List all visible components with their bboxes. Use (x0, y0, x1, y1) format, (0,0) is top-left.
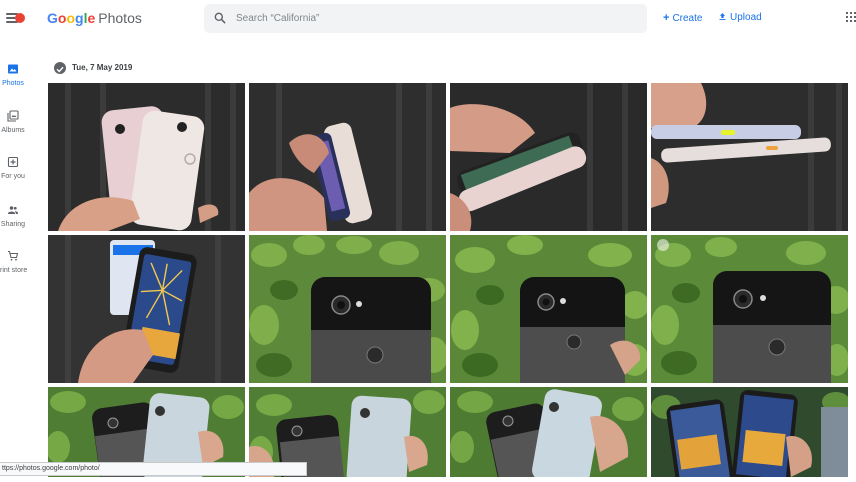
check-icon (56, 66, 64, 73)
upload-button[interactable]: Upload (718, 12, 762, 23)
cart-icon (8, 250, 19, 261)
photo-thumbnail[interactable] (651, 235, 848, 383)
search-icon[interactable] (213, 11, 227, 25)
sidebar-item-label: Photos (2, 80, 24, 87)
create-button[interactable]: + Create (663, 12, 702, 24)
sidebar-item-label: rint store (0, 267, 28, 274)
create-label: Create (672, 13, 703, 24)
sidebar-item-label: For you (1, 173, 25, 180)
link-status-bar: ttps://photos.google.com/photo/ (0, 462, 307, 476)
search-bar[interactable] (204, 4, 647, 33)
photo-thumbnail[interactable] (48, 235, 245, 383)
top-bar: GooglePhotos +Create Upload (0, 0, 856, 36)
main-menu-button[interactable] (4, 8, 25, 26)
logo-google-word: Google (47, 10, 96, 26)
photo-thumbnail[interactable] (48, 83, 245, 231)
photo-icon (8, 64, 18, 74)
photo-thumbnail[interactable] (249, 235, 446, 383)
date-group-label: Tue, 7 May 2019 (72, 63, 133, 72)
plus-icon: + (663, 12, 670, 24)
select-date-checkbox[interactable] (54, 62, 66, 74)
logo-photos-word: Photos (98, 10, 142, 26)
sidebar-item-label: Sharing (0, 221, 26, 228)
upload-label: Upload (730, 12, 762, 23)
photo-thumbnail[interactable] (249, 83, 446, 231)
photo-thumbnail[interactable] (450, 83, 647, 231)
photo-thumbnail[interactable] (651, 83, 848, 231)
photo-thumbnail[interactable] (450, 235, 647, 383)
add-box-icon (7, 156, 19, 168)
upload-icon (719, 13, 726, 21)
select-checkbox-icon[interactable] (657, 239, 669, 251)
sidebar-item-print-store[interactable]: rint store (0, 250, 40, 290)
sidebar-item-for-you[interactable]: For you (0, 156, 40, 196)
photo-thumbnail[interactable] (450, 387, 647, 477)
sidebar-item-sharing[interactable]: Sharing (0, 204, 40, 244)
notification-badge (15, 13, 25, 23)
google-photos-logo[interactable]: Google Photos (47, 10, 142, 26)
sidebar-item-albums[interactable]: Albums (0, 110, 40, 150)
photo-thumbnail[interactable] (651, 387, 848, 477)
apps-grid-icon[interactable] (846, 12, 856, 22)
sidebar-item-label: Albums (1, 127, 25, 134)
people-icon (8, 206, 18, 214)
google-photos-app: GooglePhotos +Create Upload Photos Album… (0, 0, 856, 482)
search-input[interactable] (236, 9, 636, 27)
sidebar-item-photos[interactable]: Photos (0, 63, 40, 103)
album-icon (7, 110, 19, 122)
